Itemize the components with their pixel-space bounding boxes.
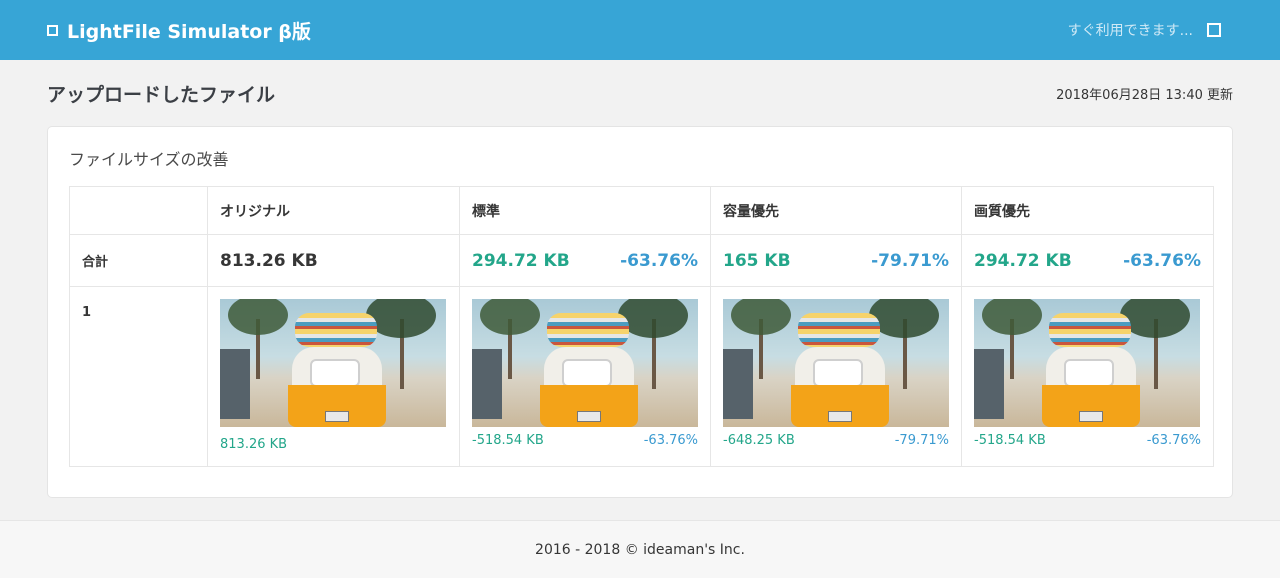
top-navbar: LightFile Simulator β版 すぐ利用できます... xyxy=(0,0,1280,60)
file-capacity-diff: -648.25 KB xyxy=(723,433,795,448)
logo-square-icon xyxy=(47,24,58,36)
total-original-size: 813.26 KB xyxy=(220,250,318,271)
page-title: アップロードしたファイル xyxy=(47,83,276,106)
column-header-empty xyxy=(69,186,208,235)
total-row: 合計 813.26 KB 294.72 KB -63.76% 165 KB -7… xyxy=(69,234,1214,287)
total-quality-cell: 294.72 KB -63.76% xyxy=(961,234,1214,287)
file-original-size: 813.26 KB xyxy=(220,437,288,452)
footer: 2016 - 2018 © ideaman's Inc. xyxy=(0,520,1280,578)
total-capacity-cell: 165 KB -79.71% xyxy=(710,234,962,287)
updated-timestamp: 2018年06月28日 13:40 更新 xyxy=(1056,87,1233,103)
file-row: 1 813.26 KB -518.54 KB -63.76% -648.25 K… xyxy=(69,286,1214,467)
standard-thumbnail[interactable] xyxy=(472,299,698,427)
total-standard-cell: 294.72 KB -63.76% xyxy=(459,234,711,287)
total-capacity-size: 165 KB xyxy=(723,250,791,271)
status-area: すぐ利用できます... xyxy=(1068,20,1233,40)
copyright-text: 2016 - 2018 © ideaman's Inc. xyxy=(535,541,745,558)
column-header-quality: 画質優先 xyxy=(961,186,1214,235)
total-standard-pct: -63.76% xyxy=(620,250,698,271)
file-quality-pct: -63.76% xyxy=(1146,433,1201,448)
total-original-cell: 813.26 KB xyxy=(207,234,460,287)
status-text: すぐ利用できます... xyxy=(1067,23,1193,39)
page-header: アップロードしたファイル 2018年06月28日 13:40 更新 xyxy=(0,60,1280,126)
size-improvement-card: ファイルサイズの改善 オリジナル 標準 容量優先 画質優先 合計 813.26 … xyxy=(47,126,1233,498)
file-capacity-pct: -79.71% xyxy=(894,433,949,448)
capacity-thumbnail[interactable] xyxy=(723,299,949,427)
column-header-capacity: 容量優先 xyxy=(710,186,962,235)
file-quality-diff: -518.54 KB xyxy=(974,433,1046,448)
column-header-original: オリジナル xyxy=(207,186,460,235)
total-quality-pct: -63.76% xyxy=(1123,250,1201,271)
table-header-row: オリジナル 標準 容量優先 画質優先 xyxy=(69,186,1214,235)
total-label: 合計 xyxy=(69,234,208,287)
column-header-standard: 標準 xyxy=(459,186,711,235)
app-brand[interactable]: LightFile Simulator β版 xyxy=(47,17,311,44)
original-thumbnail[interactable] xyxy=(220,299,446,427)
results-table: オリジナル 標準 容量優先 画質優先 合計 813.26 KB 294.72 K… xyxy=(69,186,1214,467)
app-title: LightFile Simulator β版 xyxy=(67,20,311,43)
quality-thumbnail[interactable] xyxy=(974,299,1200,427)
menu-square-icon[interactable] xyxy=(1207,23,1221,37)
total-capacity-pct: -79.71% xyxy=(871,250,949,271)
file-standard-diff: -518.54 KB xyxy=(472,433,544,448)
total-quality-size: 294.72 KB xyxy=(974,250,1072,271)
file-quality-cell: -518.54 KB -63.76% xyxy=(961,286,1214,467)
file-capacity-cell: -648.25 KB -79.71% xyxy=(710,286,962,467)
file-standard-cell: -518.54 KB -63.76% xyxy=(459,286,711,467)
total-standard-size: 294.72 KB xyxy=(472,250,570,271)
file-original-cell: 813.26 KB xyxy=(207,286,460,467)
file-index: 1 xyxy=(69,286,208,467)
card-title: ファイルサイズの改善 xyxy=(69,150,229,169)
file-standard-pct: -63.76% xyxy=(643,433,698,448)
